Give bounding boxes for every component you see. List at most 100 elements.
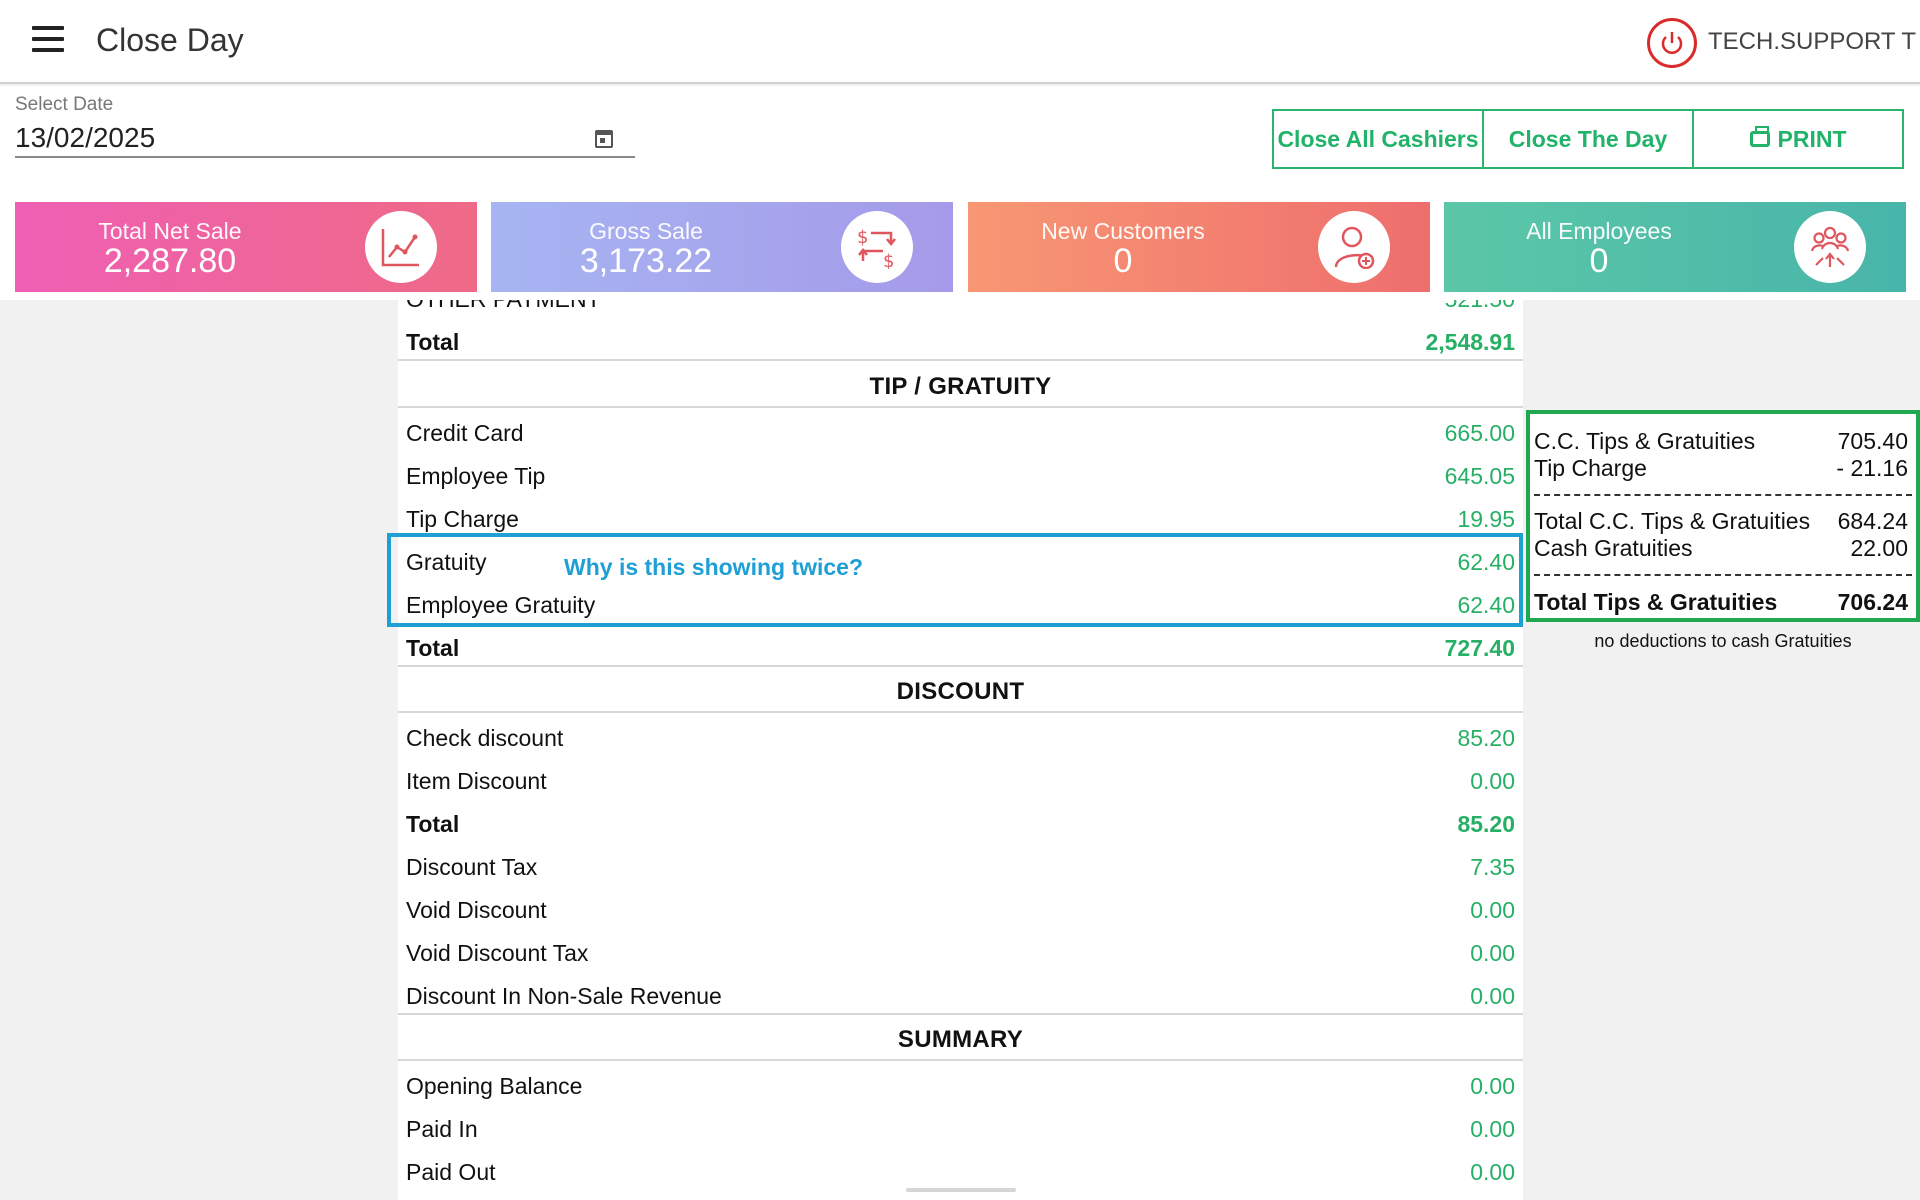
clipped-row-label: OTHER PAYMENT [406,300,601,313]
row-value: 0.00 [1470,983,1515,1009]
controls-bar: Select Date 13/02/2025 Close All Cashier… [0,86,1920,200]
currency-exchange-icon: $ $ [841,211,913,283]
row-label: Discount In Non-Sale Revenue [406,983,722,1009]
row-label: Total [406,635,460,661]
print-button[interactable]: PRINT [1692,109,1904,169]
table-row: Void Discount Tax 0.00 [398,929,1523,972]
card-gross-sale: Gross Sale 3,173.22 $ $ [491,202,953,292]
row-value: 0.00 [1470,768,1515,794]
close-the-day-button[interactable]: Close The Day [1482,109,1694,169]
printer-icon [1749,126,1770,147]
row-value: 727.40 [1444,635,1515,661]
dashed-divider [1534,574,1912,576]
row-label: Total [406,329,460,355]
card-value: 3,173.22 [579,242,713,280]
tips-note: no deductions to cash Gratuities [1594,631,1852,651]
row-label: Discount Tax [406,854,538,880]
row-label: Credit Card [406,420,524,446]
row-value: 0.00 [1470,1159,1515,1185]
summary-header: SUMMARY [398,1016,1523,1061]
cc-tips-value: 705.40 [1837,428,1908,454]
table-row: Employee Tip 645.05 [398,452,1523,495]
grand-total-value: 706.24 [1837,589,1908,615]
page-title: Close Day [96,22,244,58]
row-value: 7.35 [1470,854,1515,880]
row-value: 0.00 [1470,940,1515,966]
discount-total-row: Total 85.20 [398,800,1523,843]
table-row: Credit Card 665.00 [398,409,1523,452]
row-label: Void Discount Tax [406,940,589,966]
card-total-net-sale: Total Net Sale 2,287.80 [15,202,477,292]
row-value: 0.00 [1470,1073,1515,1099]
table-row: Tip Charge 19.95 [398,495,1523,538]
duplicate-highlight-box [387,533,1523,627]
clipped-row-value: 521.50 [1445,300,1515,313]
cc-tips-label: C.C. Tips & Gratuities [1534,428,1756,454]
tip-charge-label: Tip Charge [1534,455,1647,481]
scroll-indicator[interactable] [906,1188,1016,1192]
row-value: 2,548.91 [1425,329,1515,355]
svg-text:$: $ [857,227,868,248]
close-all-cashiers-button[interactable]: Close All Cashiers [1272,109,1484,169]
tips-summary-box: C.C. Tips & Gratuities 705.40 Tip Charge… [1526,410,1920,622]
row-label: Item Discount [406,768,547,794]
payments-total-row: Total 2,548.91 [398,318,1523,361]
table-row: Void Discount 0.00 [398,886,1523,929]
row-value: 19.95 [1457,506,1515,532]
row-value: 0.00 [1470,897,1515,923]
dashed-divider [1534,494,1912,496]
power-icon[interactable] [1647,18,1697,68]
grand-total-label: Total Tips & Gratuities [1534,589,1778,615]
table-row: Item Discount 0.00 [398,757,1523,800]
calendar-icon[interactable] [595,130,613,148]
report-sheet[interactable]: OTHER PAYMENT 521.50 Total 2,548.91 TIP … [398,300,1523,1200]
card-value: 0 [1113,242,1133,280]
menu-icon[interactable] [32,26,64,58]
row-value: 645.05 [1444,463,1515,489]
stat-cards: Total Net Sale 2,287.80 Gross Sale 3,173… [0,200,1920,300]
total-cc-label: Total C.C. Tips & Gratuities [1534,508,1811,534]
row-label: Check discount [406,725,564,751]
user-name[interactable]: TECH.SUPPORT T [1708,28,1916,56]
table-row: Paid In 0.00 [398,1105,1523,1148]
team-icon [1794,211,1866,283]
card-value: 2,287.80 [103,242,237,280]
card-new-customers: New Customers 0 [968,202,1430,292]
card-label: Total Net Sale [98,218,242,244]
table-row: Paid Out 0.00 [398,1148,1523,1191]
table-row: Opening Balance 0.00 [398,1062,1523,1105]
row-label: Void Discount [406,897,547,923]
line-chart-icon [365,211,437,283]
cash-gratuities-value: 22.00 [1850,535,1908,561]
row-value: 85.20 [1457,811,1515,837]
add-user-icon [1318,211,1390,283]
table-row: Check discount 85.20 [398,714,1523,757]
card-label: Gross Sale [589,218,703,244]
date-input[interactable]: 13/02/2025 [15,120,635,158]
top-bar: Close Day TECH.SUPPORT T [0,0,1920,84]
card-all-employees: All Employees 0 [1444,202,1906,292]
row-label: Opening Balance [406,1073,583,1099]
cash-gratuities-label: Cash Gratuities [1534,535,1693,561]
row-label: Employee Tip [406,463,546,489]
date-label: Select Date [15,94,114,115]
table-row: Discount In Non-Sale Revenue 0.00 [398,972,1523,1015]
date-value[interactable]: 13/02/2025 [15,122,155,154]
row-label: Paid In [406,1116,478,1142]
tip-charge-value: - 21.16 [1836,455,1908,481]
row-label: Paid Out [406,1159,496,1185]
row-label: Tip Charge [406,506,519,532]
tip-total-row: Total 727.40 [398,624,1523,667]
svg-text:$: $ [883,251,894,269]
row-value: 665.00 [1444,420,1515,446]
print-label: PRINT [1777,125,1847,152]
row-label: Total [406,811,460,837]
card-label: New Customers [1041,218,1205,244]
discount-header: DISCOUNT [398,668,1523,713]
row-value: 85.20 [1457,725,1515,751]
card-value: 0 [1589,242,1609,280]
row-value: 0.00 [1470,1116,1515,1142]
annotation-note: Why is this showing twice? [564,554,864,580]
total-cc-value: 684.24 [1837,508,1908,534]
table-row: Discount Tax 7.35 [398,843,1523,886]
